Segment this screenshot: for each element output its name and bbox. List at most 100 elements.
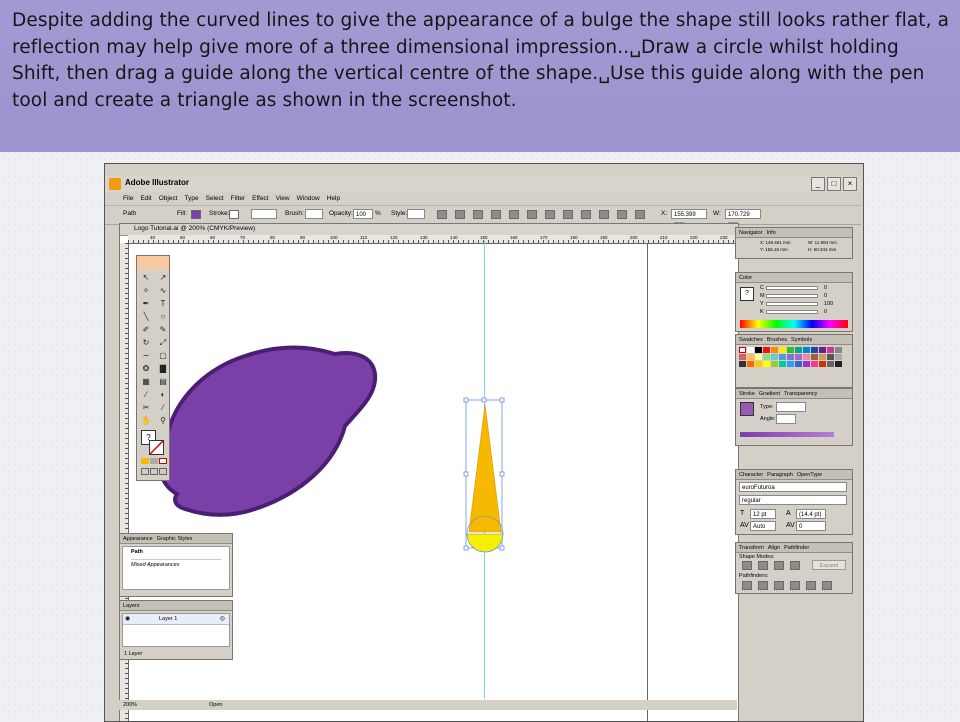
scale-tool-icon[interactable]: ⤢ — [157, 338, 169, 348]
lasso-tool-icon[interactable]: ∿ — [157, 286, 169, 296]
blend-tool-icon[interactable]: ◐ — [157, 390, 169, 400]
swatch[interactable] — [747, 361, 754, 367]
swatch[interactable] — [779, 361, 786, 367]
gradient-type-select[interactable] — [776, 402, 806, 412]
mesh-tool-icon[interactable]: ▦ — [140, 377, 152, 387]
symbol-tool-icon[interactable]: ❂ — [140, 364, 152, 374]
tab-graphic-styles[interactable]: Graphic Styles — [157, 536, 193, 542]
color-spectrum-bar[interactable] — [740, 320, 848, 328]
zoom-level[interactable]: 200% — [123, 702, 137, 708]
yellow-circle-shape[interactable] — [466, 533, 504, 553]
swatch[interactable] — [803, 347, 810, 353]
screen-mode-icon[interactable] — [141, 468, 149, 475]
minus-front-icon[interactable] — [758, 561, 768, 570]
tab-brushes[interactable]: Brushes — [767, 337, 787, 343]
gradient-ramp[interactable] — [740, 432, 834, 437]
warp-tool-icon[interactable]: ∼ — [140, 351, 152, 361]
outline-icon[interactable] — [806, 581, 816, 590]
stroke-swatch-box[interactable] — [149, 440, 164, 455]
swatch[interactable] — [819, 347, 826, 353]
fullscreen-icon[interactable] — [159, 468, 167, 475]
direct-selection-tool-icon[interactable]: ↗ — [157, 273, 169, 283]
swatch[interactable] — [755, 347, 762, 353]
swatch[interactable] — [795, 354, 802, 360]
merge-icon[interactable] — [774, 581, 784, 590]
eye-icon[interactable]: ◉ — [125, 615, 130, 622]
intersect-icon[interactable] — [774, 561, 784, 570]
tab-align[interactable]: Align — [768, 545, 780, 551]
tab-navigator[interactable]: Navigator — [739, 230, 763, 236]
yellow-triangle-shape[interactable] — [468, 403, 502, 533]
channel-value-m[interactable]: 0 — [824, 293, 827, 299]
gradient-tool-icon[interactable]: ▤ — [157, 377, 169, 387]
tab-info[interactable]: Info — [767, 230, 776, 236]
font-size-field[interactable]: 12 pt — [750, 509, 776, 519]
crop-icon[interactable] — [790, 581, 800, 590]
tab-stroke[interactable]: Stroke — [739, 391, 755, 397]
swatch[interactable] — [787, 361, 794, 367]
scissors-tool-icon[interactable]: ✂ — [140, 403, 152, 413]
swatch[interactable] — [835, 361, 842, 367]
selection-handle[interactable] — [463, 545, 469, 551]
none-mode-icon[interactable] — [159, 458, 167, 464]
swatch[interactable] — [755, 354, 762, 360]
rotate-tool-icon[interactable]: ↻ — [140, 338, 152, 348]
slider-k[interactable] — [766, 310, 818, 314]
tab-gradient[interactable]: Gradient — [759, 391, 780, 397]
tab-swatches[interactable]: Swatches — [739, 337, 763, 343]
swatch[interactable] — [771, 361, 778, 367]
gradient-preview-swatch[interactable] — [740, 402, 754, 416]
selection-handle[interactable] — [499, 545, 505, 551]
swatch[interactable] — [771, 347, 778, 353]
tracking-field[interactable]: 0 — [796, 521, 826, 531]
brush-tool-icon[interactable]: ✐ — [140, 325, 152, 335]
channel-value-y[interactable]: 100 — [824, 301, 833, 307]
free-transform-tool-icon[interactable]: ▢ — [157, 351, 169, 361]
line-tool-icon[interactable]: ╲ — [140, 312, 152, 322]
swatch[interactable] — [819, 361, 826, 367]
eyedropper-tool-icon[interactable]: ∕ — [140, 390, 152, 400]
swatch[interactable] — [739, 347, 746, 353]
swatch[interactable] — [835, 347, 842, 353]
swatch[interactable] — [811, 361, 818, 367]
slice-tool-icon[interactable]: ∕ — [157, 403, 169, 413]
swatch[interactable] — [763, 361, 770, 367]
selection-handle[interactable] — [463, 397, 469, 403]
tab-transform[interactable]: Transform — [739, 545, 764, 551]
graph-tool-icon[interactable]: ▇ — [157, 364, 169, 374]
divide-icon[interactable] — [742, 581, 752, 590]
pencil-tool-icon[interactable]: ✎ — [157, 325, 169, 335]
selection-handle[interactable] — [499, 471, 505, 477]
font-style-field[interactable]: regular — [739, 495, 847, 505]
swatch[interactable] — [795, 361, 802, 367]
gradient-angle-field[interactable] — [776, 414, 796, 424]
tab-character[interactable]: Character — [739, 472, 763, 478]
swatch[interactable] — [739, 361, 746, 367]
tab-opentype[interactable]: OpenType — [797, 472, 822, 478]
kerning-field[interactable]: Auto — [750, 521, 776, 531]
channel-value-k[interactable]: 0 — [824, 309, 827, 315]
swatch[interactable] — [787, 354, 794, 360]
hand-tool-icon[interactable]: ✋ — [140, 416, 152, 426]
swatch[interactable] — [827, 361, 834, 367]
slider-c[interactable] — [766, 286, 818, 290]
slider-m[interactable] — [766, 294, 818, 298]
tab-color[interactable]: Color — [739, 275, 752, 281]
swatch[interactable] — [803, 361, 810, 367]
target-icon[interactable]: ◎ — [220, 615, 225, 622]
layer-row[interactable]: ◉ Layer 1 ◎ — [123, 614, 229, 625]
swatch[interactable] — [803, 354, 810, 360]
purple-lemon-shape[interactable] — [157, 345, 378, 517]
swatch[interactable] — [835, 354, 842, 360]
swatch[interactable] — [811, 354, 818, 360]
swatch[interactable] — [787, 347, 794, 353]
minus-back-icon[interactable] — [822, 581, 832, 590]
leading-field[interactable]: (14.4 pt) — [796, 509, 826, 519]
tab-appearance[interactable]: Appearance — [123, 536, 153, 542]
swatch[interactable] — [755, 361, 762, 367]
selection-tool-icon[interactable]: ↖ — [140, 273, 152, 283]
channel-value-c[interactable]: 0 — [824, 285, 827, 291]
fullscreen-menu-icon[interactable] — [150, 468, 158, 475]
swatch[interactable] — [811, 347, 818, 353]
selection-handle[interactable] — [481, 397, 487, 403]
